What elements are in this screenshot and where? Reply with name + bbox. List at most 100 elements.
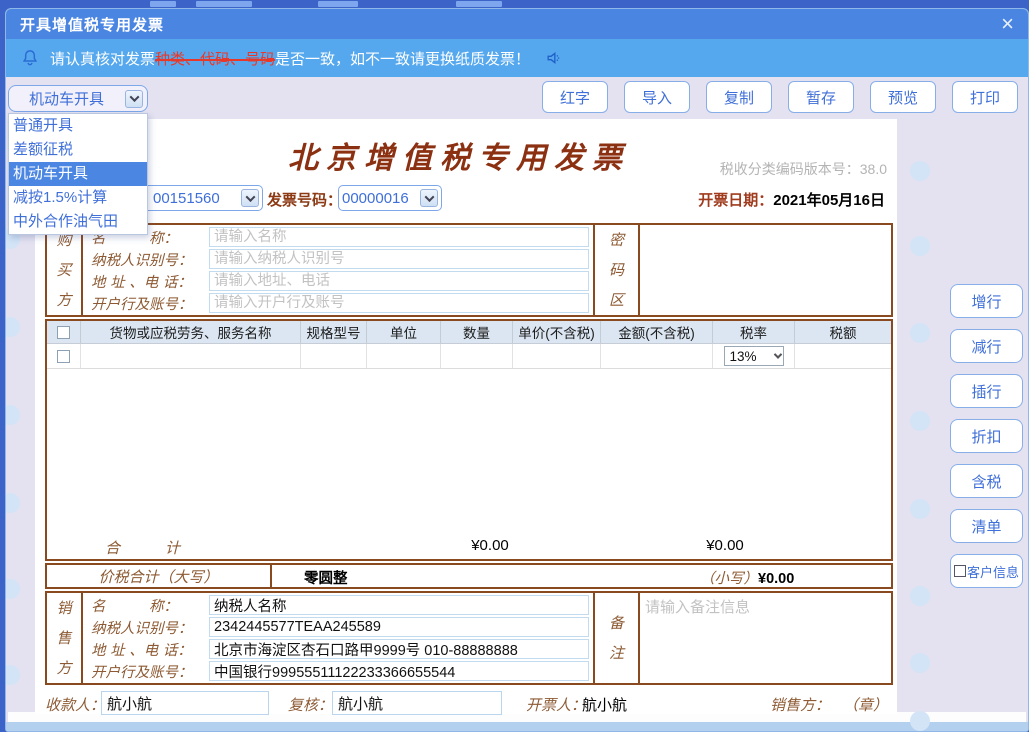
select-all-cell	[47, 321, 81, 343]
reviewer-input[interactable]	[332, 691, 502, 715]
total-tax-value: ¥0.00	[706, 537, 744, 554]
invoice-footer: 收款人： 复核： 开票人： 航小航 销售方： （章）	[45, 691, 893, 717]
item-spec-cell[interactable]	[301, 344, 367, 368]
seller-seal-label: 销售方：	[770, 696, 831, 714]
buyer-address-input[interactable]	[209, 271, 589, 291]
decor-dot	[910, 236, 930, 256]
dropdown-option-cooperative-oilfield[interactable]: 中外合作油气田	[9, 210, 147, 234]
drawer-value: 航小航	[582, 697, 628, 714]
payee-input[interactable]	[101, 691, 269, 715]
seller-taxid-input[interactable]	[209, 617, 589, 637]
customer-info-button[interactable]: 客户信息	[950, 554, 1023, 588]
seller-bank-label: 开户行及账号：	[91, 664, 193, 681]
invoice-number-input[interactable]	[342, 189, 420, 207]
seller-section: 销售方 名 称： 纳税人识别号： 地 址 、电 话：	[45, 591, 893, 685]
dropdown-option-difference-tax[interactable]: 差额征税	[9, 138, 147, 162]
chevron-down-icon	[773, 350, 782, 359]
invoice-type-select[interactable]: 机动车开具	[8, 85, 148, 112]
decor-dot	[6, 405, 20, 425]
seller-bank-row: 开户行及账号：	[83, 660, 593, 682]
red-invoice-button[interactable]: 红字	[542, 81, 608, 113]
decor-dot	[910, 711, 930, 731]
remark-textarea[interactable]	[640, 593, 891, 683]
tax-code-version-label: 税收分类编码版本号：38.0	[719, 161, 887, 177]
buyer-taxid-row: 纳税人识别号：	[83, 248, 593, 270]
seller-name-label: 名 称：	[91, 598, 178, 615]
seal-placeholder: （章）	[843, 696, 889, 714]
amount-in-words-row: 价税合计（大写） 零圆整 （小写）¥0.00	[45, 563, 893, 589]
save-draft-button[interactable]: 暂存	[788, 81, 854, 113]
decor-dot	[6, 579, 20, 599]
customer-info-checkbox[interactable]	[953, 565, 966, 577]
invoice-sheet: 北京增值税专用发票 税收分类编码版本号：38.0 发票号码： 开票日期：2021…	[35, 119, 897, 717]
items-table-header: 货物或应税劳务、服务名称 规格型号 单位 数量 单价(不含税) 金额(不含税) …	[47, 321, 891, 344]
select-all-checkbox[interactable]	[57, 325, 70, 339]
seller-name-row: 名 称：	[83, 594, 593, 616]
remove-row-button[interactable]: 减行	[950, 329, 1023, 363]
speaker-icon[interactable]	[544, 48, 564, 68]
chevron-down-icon[interactable]	[125, 89, 143, 108]
buyer-section: 购买方 名 称： 纳税人识别号： 地 址 、电 话：	[45, 223, 893, 317]
col-header-rate: 税率	[713, 321, 795, 343]
seller-name-input[interactable]	[209, 595, 589, 615]
dropdown-option-motor-vehicle[interactable]: 机动车开具	[9, 162, 147, 186]
item-price-cell[interactable]	[513, 344, 601, 368]
amount-in-words-value: 零圆整	[304, 571, 348, 587]
decor-dot	[910, 586, 930, 606]
seller-address-input[interactable]	[209, 639, 589, 659]
item-unit-cell[interactable]	[367, 344, 441, 368]
list-button[interactable]: 清单	[950, 509, 1023, 543]
add-row-button[interactable]: 增行	[950, 284, 1023, 318]
notice-text-prefix: 请认真核对发票	[50, 50, 156, 68]
copy-button[interactable]: 复制	[706, 81, 772, 113]
background-app-fragment	[196, 1, 252, 7]
total-amount-value: ¥0.00	[471, 537, 509, 554]
seller-taxid-label: 纳税人识别号：	[91, 620, 193, 637]
decor-dot	[910, 499, 930, 519]
invoice-dialog: 开具增值税专用发票 × 请认真核对发票 种类、代码、号码 是否一致，如不一致请更换纸…	[5, 8, 1029, 732]
buyer-taxid-label: 纳税人识别号：	[91, 252, 193, 269]
tax-included-button[interactable]: 含税	[950, 464, 1023, 498]
totals-row: 合 计 ¥0.00 ¥0.00	[47, 535, 891, 559]
notice-bar: 请认真核对发票 种类、代码、号码 是否一致，如不一致请更换纸质发票！	[6, 39, 1028, 77]
amount-in-words-label: 价税合计（大写）	[47, 565, 272, 587]
item-rate-cell: 13%	[713, 344, 795, 368]
decor-dot	[6, 665, 20, 685]
items-section: 货物或应税劳务、服务名称 规格型号 单位 数量 单价(不含税) 金额(不含税) …	[45, 319, 893, 561]
buyer-bank-input[interactable]	[209, 293, 589, 313]
row-checkbox[interactable]	[57, 349, 70, 363]
close-icon[interactable]: ×	[1001, 13, 1014, 35]
col-header-unit: 单位	[367, 321, 441, 343]
preview-button[interactable]: 预览	[870, 81, 936, 113]
notice-text-highlight: 种类、代码、号码	[155, 50, 276, 68]
buyer-taxid-input[interactable]	[209, 249, 589, 269]
decor-dot	[910, 323, 930, 343]
seller-address-row: 地 址 、电 话：	[83, 638, 593, 660]
dialog-titlebar[interactable]: 开具增值税专用发票 ×	[6, 9, 1028, 39]
chevron-down-icon[interactable]	[241, 189, 259, 207]
buyer-name-input[interactable]	[209, 227, 589, 247]
print-button[interactable]: 打印	[952, 81, 1018, 113]
col-header-price: 单价(不含税)	[513, 321, 601, 343]
seller-bank-input[interactable]	[209, 661, 589, 681]
invoice-type-dropdown-list: 普通开具 差额征税 机动车开具 减按1.5%计算 中外合作油气田	[8, 113, 148, 235]
tax-rate-select[interactable]: 13%	[723, 346, 784, 366]
discount-button[interactable]: 折扣	[950, 419, 1023, 453]
invoice-date-label: 开票日期：	[698, 192, 774, 209]
invoice-date: 开票日期：2021年05月16日	[698, 189, 885, 210]
dropdown-option-reduced-rate[interactable]: 减按1.5%计算	[9, 186, 147, 210]
item-name-cell[interactable]	[81, 344, 301, 368]
item-amount-cell[interactable]	[601, 344, 713, 368]
item-row: 13%	[47, 344, 891, 369]
dropdown-option-normal[interactable]: 普通开具	[9, 114, 147, 138]
invoice-number-combobox[interactable]	[338, 185, 442, 211]
insert-row-button[interactable]: 插行	[950, 374, 1023, 408]
item-tax-cell[interactable]	[795, 344, 891, 368]
item-qty-cell[interactable]	[441, 344, 513, 368]
screen: 开具增值税专用发票 × 请认真核对发票 种类、代码、号码 是否一致，如不一致请更换纸…	[0, 0, 1029, 732]
background-app-fragment	[318, 1, 358, 7]
chevron-down-icon[interactable]	[420, 189, 438, 207]
buyer-bank-row: 开户行及账号：	[83, 292, 593, 314]
buyer-name-row: 名 称：	[83, 226, 593, 248]
import-button[interactable]: 导入	[624, 81, 690, 113]
